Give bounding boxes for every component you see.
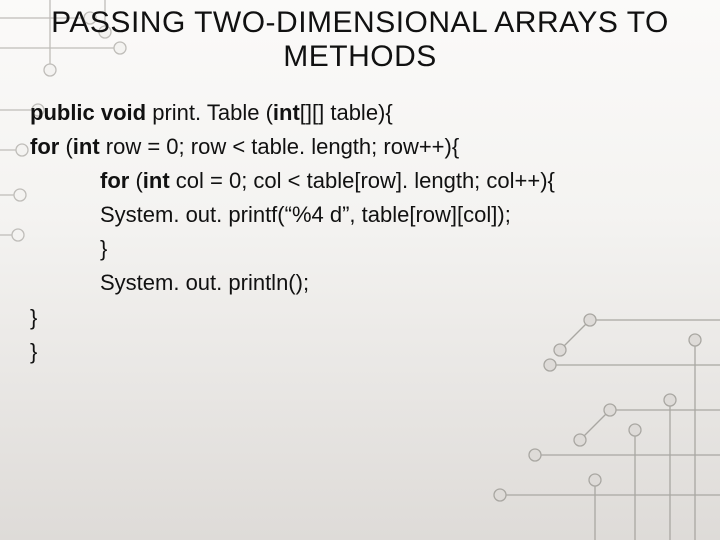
slide: PASSING TWO-DIMENSIONAL ARRAYS TO METHOD…: [0, 0, 720, 540]
code-text: }: [100, 236, 107, 261]
code-line: for (int col = 0; col < table[row]. leng…: [30, 164, 690, 198]
code-text: [][] table){: [300, 100, 393, 125]
keyword: for: [30, 134, 65, 159]
code-text: }: [30, 305, 37, 330]
code-text: print. Table (: [152, 100, 273, 125]
keyword: int: [143, 168, 176, 193]
code-text: row = 0; row < table. length; row++){: [106, 134, 459, 159]
keyword: int: [273, 100, 300, 125]
code-text: col = 0; col < table[row]. length; col++…: [176, 168, 555, 193]
slide-title: PASSING TWO-DIMENSIONAL ARRAYS TO METHOD…: [0, 6, 720, 74]
code-line: }: [30, 301, 690, 335]
code-text: }: [30, 339, 37, 364]
keyword: for: [100, 168, 135, 193]
code-line: System. out. println();: [30, 266, 690, 300]
code-line: System. out. printf(“%4 d”, table[row][c…: [30, 198, 690, 232]
code-line: for (int row = 0; row < table. length; r…: [30, 130, 690, 164]
keyword: int: [73, 134, 106, 159]
code-line: }: [30, 232, 690, 266]
code-line: }: [30, 335, 690, 369]
code-line: public void print. Table (int[][] table)…: [30, 96, 690, 130]
code-block: public void print. Table (int[][] table)…: [30, 96, 690, 369]
keyword: public void: [30, 100, 152, 125]
code-text: System. out. printf(“%4 d”, table[row][c…: [100, 202, 511, 227]
code-text: System. out. println();: [100, 270, 309, 295]
code-text: (: [65, 134, 72, 159]
code-text: (: [135, 168, 142, 193]
